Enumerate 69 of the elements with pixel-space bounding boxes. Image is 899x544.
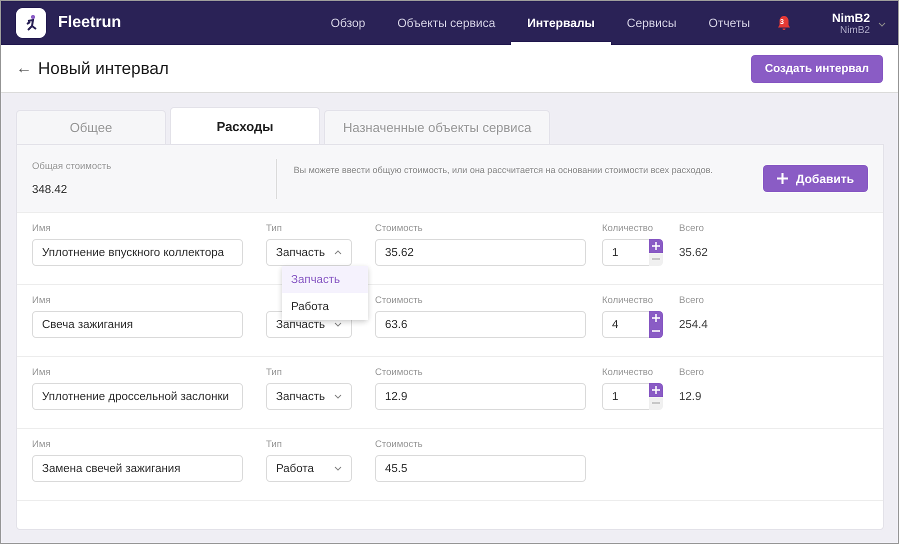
minus-icon [652, 402, 660, 404]
total-value: 35.62 [679, 246, 708, 260]
cost-field[interactable]: 63.6 [375, 311, 586, 338]
account-name: NimB2 [840, 24, 870, 36]
field-label: Всего [679, 295, 705, 306]
field-label: Количество [602, 367, 654, 378]
total-cost-value: 348.42 [32, 184, 68, 196]
field-label: Имя [32, 367, 52, 378]
field-label: Количество [602, 223, 654, 234]
type-select[interactable]: Работа [266, 455, 352, 482]
field-label: Имя [32, 439, 52, 450]
decrement-button[interactable] [649, 324, 663, 338]
chevron-icon [334, 394, 342, 399]
field-label: Тип [266, 367, 283, 378]
app-name: Fleetrun [58, 14, 122, 32]
name-field[interactable]: Уплотнение впускного коллектора [32, 239, 243, 266]
type-select[interactable]: Запчасть [266, 383, 352, 410]
nav-tab[interactable]: Отчеты [692, 1, 766, 45]
total-value: 12.9 [679, 390, 702, 404]
add-button[interactable]: Добавить [762, 165, 868, 192]
field-label: Тип [266, 223, 283, 234]
hint-text: Вы можете ввести общую стоимость, или она рассчитается на основании стоимости всех расходов. [294, 165, 714, 175]
minus-icon [652, 258, 660, 260]
field-label: Количество [602, 295, 654, 306]
minus-icon [652, 330, 660, 332]
quantity-field[interactable]: 4 [602, 311, 649, 338]
field-label: Тип [266, 439, 283, 450]
cost-field[interactable]: 35.62 [375, 239, 586, 266]
plus-icon [776, 173, 788, 184]
field-label: Имя [32, 295, 52, 306]
chevron-icon [334, 250, 342, 255]
field-label: Имя [32, 223, 52, 234]
increment-button[interactable] [649, 311, 663, 324]
plus-icon [652, 386, 660, 394]
plus-icon [652, 242, 660, 250]
name-field[interactable]: Уплотнение дроссельной заслонки [32, 383, 243, 410]
tab[interactable]: Расходы [170, 107, 320, 144]
field-label: Всего [679, 223, 705, 234]
nav-tab[interactable]: Обзор [314, 1, 382, 45]
quantity-field[interactable]: 1 [602, 239, 649, 266]
field-label: Всего [679, 367, 704, 378]
cost-field[interactable]: 12.9 [375, 383, 586, 410]
chevron-icon [334, 322, 342, 327]
cost-field[interactable]: 45.5 [375, 455, 586, 482]
user-name: NimB2 [832, 10, 870, 24]
quantity-field[interactable]: 1 [602, 383, 649, 410]
nav-tab[interactable]: Сервисы [610, 1, 692, 45]
total-value: 254.4 [679, 318, 708, 332]
plus-icon [652, 314, 660, 322]
dropdown-option[interactable]: Работа [282, 293, 368, 320]
app-logo[interactable] [16, 8, 46, 38]
nav-tab[interactable]: Объекты сервиса [381, 1, 512, 45]
page-title: Новый интервал [38, 58, 169, 78]
bell-icon[interactable] [776, 15, 792, 31]
type-select[interactable]: Запчасть [266, 239, 352, 266]
increment-button[interactable] [649, 239, 663, 252]
name-field[interactable]: Замена свечей зажигания [32, 455, 243, 482]
field-label: Стоимость [375, 367, 424, 378]
chevron-icon [334, 466, 342, 471]
dropdown-option[interactable]: Запчасть [282, 266, 368, 293]
field-label: Стоимость [375, 223, 424, 234]
create-interval-button[interactable]: Создать интервал [750, 54, 883, 82]
chevron-icon [878, 22, 886, 27]
back-button[interactable]: ← [16, 60, 32, 78]
increment-button[interactable] [649, 383, 663, 396]
total-cost-label: Общая стоимость [32, 161, 112, 172]
name-field[interactable]: Свеча зажигания [32, 311, 243, 338]
field-label: Стоимость [375, 295, 424, 306]
field-label: Стоимость [375, 439, 424, 450]
